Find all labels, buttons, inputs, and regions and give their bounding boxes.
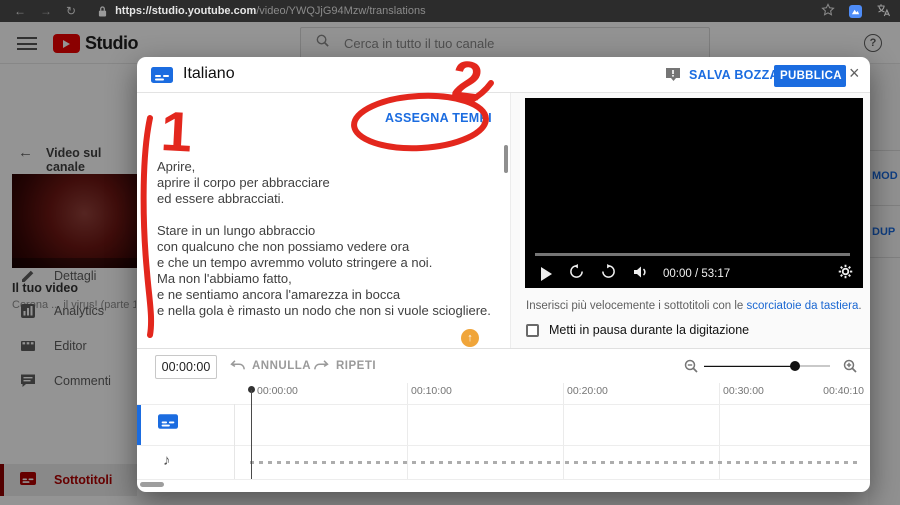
extension-icon[interactable]: [849, 5, 862, 18]
subtitles-icon: [151, 67, 173, 88]
subtitle-line: ed essere abbracciati.: [157, 191, 467, 207]
track-divider: [137, 404, 870, 405]
zoom-in-icon[interactable]: [842, 358, 858, 379]
player-progress-bar[interactable]: [535, 253, 850, 256]
shortcut-tip: Inserisci più velocemente i sottotitoli …: [526, 300, 862, 312]
undo-icon: [229, 359, 246, 372]
translate-icon[interactable]: [876, 3, 890, 20]
rewind-10-icon[interactable]: [569, 264, 584, 284]
ruler-label: 00:00:00: [257, 385, 298, 397]
subtitle-line: con qualcuno che non possiamo vedere ora: [157, 239, 467, 255]
timeline-section: ANNULLA RIPETI 00:00:00 00:10:00 00:20:0…: [137, 348, 870, 492]
redo-icon: [313, 359, 330, 372]
zoom-slider-fill: [704, 366, 795, 368]
subtitle-line: Aprire,: [157, 159, 467, 175]
close-icon[interactable]: ×: [849, 63, 860, 84]
forward-10-icon[interactable]: [601, 264, 616, 284]
pause-while-typing-row: Metti in pausa durante la digitazione: [526, 323, 749, 337]
subtitle-track-icon[interactable]: [158, 414, 178, 434]
volume-icon[interactable]: [633, 265, 649, 283]
redo-label: RIPETI: [336, 360, 376, 372]
scroll-top-button[interactable]: ↑: [461, 329, 479, 347]
timeline-scrollbar[interactable]: [140, 482, 164, 487]
browser-back-icon[interactable]: ←: [14, 5, 26, 17]
subtitle-text-editor[interactable]: Aprire, aprire il corpo per abbracciare …: [157, 159, 467, 319]
ruler-gridline: [719, 383, 720, 479]
dialog-header: Italiano SALVA BOZZA PUBBLICA ×: [137, 57, 870, 93]
bookmark-star-icon[interactable]: [821, 3, 835, 20]
timecode-input[interactable]: [155, 355, 217, 379]
track-header-divider: [234, 404, 235, 479]
playhead-line[interactable]: [251, 390, 252, 479]
ruler-label: 00:30:00: [723, 385, 764, 397]
subtitle-line: Stare in un lungo abbraccio: [157, 223, 467, 239]
subtitle-line: [157, 207, 467, 223]
subtitle-line: Ma non l'abbiamo fatto,: [157, 271, 467, 287]
keyboard-shortcuts-link[interactable]: scorciatoie da tastiera: [747, 300, 859, 312]
browser-bar: ← → ↻ https://studio.youtube.com/video/Y…: [0, 0, 900, 22]
up-arrow-icon: ↑: [467, 332, 473, 344]
lock-icon: [98, 5, 107, 18]
url-host: https://studio.youtube.com: [115, 5, 256, 17]
undo-label: ANNULLA: [252, 360, 311, 372]
tip-text: Inserisci più velocemente i sottotitoli …: [526, 300, 747, 312]
browser-reload-icon[interactable]: ↻: [66, 5, 76, 17]
zoom-slider-handle[interactable]: [790, 361, 800, 371]
text-panel-scrollbar[interactable]: [504, 145, 508, 173]
send-feedback-icon[interactable]: [665, 67, 681, 87]
ruler-label: 00:40:10: [823, 385, 864, 397]
ruler-label: 00:10:00: [411, 385, 452, 397]
video-player[interactable]: 00:00 / 53:17: [525, 98, 863, 288]
play-icon[interactable]: [541, 267, 552, 281]
track-divider: [137, 479, 870, 480]
audio-track-icon: ♪: [163, 452, 171, 469]
player-settings-icon[interactable]: [838, 264, 853, 284]
subtitle-line: e che un tempo avremmo voluto stringere …: [157, 255, 467, 271]
screen: ← → ↻ https://studio.youtube.com/video/Y…: [0, 0, 900, 505]
subtitle-line: e nella gola è rimasto un nodo che non s…: [157, 303, 467, 319]
pause-checkbox[interactable]: [526, 324, 539, 337]
track-divider: [137, 445, 870, 446]
ruler-gridline: [407, 383, 408, 479]
pause-checkbox-label: Metti in pausa durante la digitazione: [549, 323, 749, 337]
player-controls: 00:00 / 53:17: [525, 261, 863, 287]
subtitle-track-indicator: [137, 405, 141, 445]
kebab-menu-icon[interactable]: ⋮: [475, 108, 490, 126]
subtitle-line: aprire il corpo per abbracciare: [157, 175, 467, 191]
tip-punct: .: [858, 300, 861, 312]
browser-forward-icon[interactable]: →: [40, 5, 52, 17]
player-time-display: 00:00 / 53:17: [663, 268, 730, 280]
ruler-gridline: [563, 383, 564, 479]
save-draft-button[interactable]: SALVA BOZZA: [689, 68, 779, 82]
ruler-label: 00:20:00: [567, 385, 608, 397]
undo-button[interactable]: ANNULLA: [229, 359, 311, 372]
dialog-title: Italiano: [183, 65, 235, 83]
publish-button[interactable]: PUBBLICA: [774, 65, 846, 87]
player-panel: 00:00 / 53:17 Inserisci più velocemente …: [510, 93, 870, 348]
address-bar[interactable]: https://studio.youtube.com/video/YWQJjG9…: [115, 5, 426, 17]
url-path: /video/YWQJjG94Mzw/translations: [256, 5, 425, 17]
redo-button[interactable]: RIPETI: [313, 359, 376, 372]
subtitle-line: e ne sentiamo ancora l'amarezza in bocca: [157, 287, 467, 303]
audio-waveform[interactable]: [250, 461, 858, 464]
zoom-out-icon[interactable]: [683, 358, 699, 379]
subtitles-dialog: Italiano SALVA BOZZA PUBBLICA × ASSEGNA …: [137, 57, 870, 492]
